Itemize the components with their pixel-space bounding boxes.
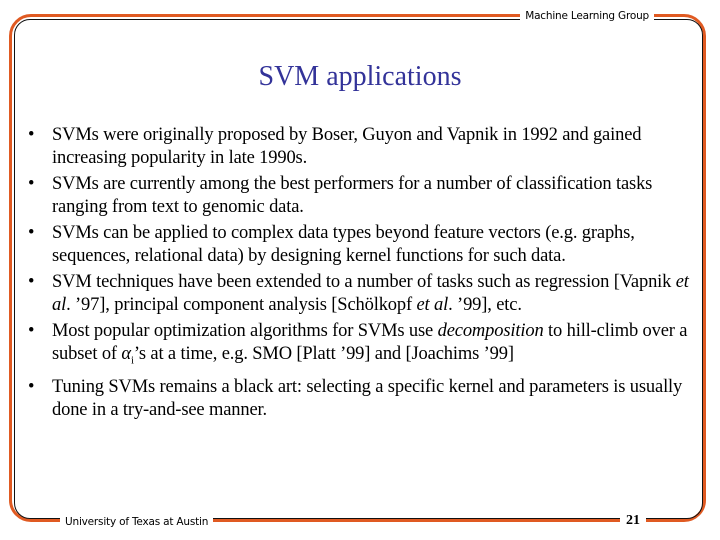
bullet-dot-icon: • bbox=[28, 223, 35, 243]
bullet-text: SVM techniques have been extended to a n… bbox=[52, 272, 676, 292]
bullet-dot-icon: • bbox=[28, 272, 35, 292]
bullet-text: . ’97], principal component analysis [Sc… bbox=[66, 295, 417, 315]
bullet-text: ’s at a time, e.g. SMO [Platt ’99] and [… bbox=[133, 344, 514, 364]
bullet-text-italic: et al bbox=[416, 295, 449, 315]
bullet-item: • Tuning SVMs remains a black art: selec… bbox=[24, 376, 704, 422]
bullet-dot-icon: • bbox=[28, 174, 35, 194]
bullet-text: SVMs are currently among the best perfor… bbox=[52, 174, 653, 217]
page-number: 21 bbox=[620, 513, 646, 529]
bullet-text: SVMs were originally proposed by Boser, … bbox=[52, 125, 642, 168]
header-group-label: Machine Learning Group bbox=[520, 9, 654, 23]
bullet-text: SVMs can be applied to complex data type… bbox=[52, 223, 635, 266]
bullet-item: • SVM techniques have been extended to a … bbox=[24, 271, 704, 317]
bullet-list: • SVMs were originally proposed by Boser,… bbox=[24, 124, 704, 425]
bullet-dot-icon: • bbox=[28, 376, 35, 397]
bullet-text-italic: decomposition bbox=[437, 321, 544, 341]
bullet-dot-icon: • bbox=[28, 125, 35, 145]
bullet-text: . ’99], etc. bbox=[448, 295, 522, 315]
footer-institution: University of Texas at Austin bbox=[60, 515, 214, 529]
slide-title: SVM applications bbox=[258, 61, 462, 92]
bullet-item: • SVMs can be applied to complex data typ… bbox=[24, 222, 704, 268]
bullet-text: Most popular optimization algorithms for… bbox=[52, 321, 438, 341]
bullet-item: • Most popular optimization algorithms fo… bbox=[24, 320, 704, 373]
bullet-text-italic: α bbox=[121, 344, 131, 364]
bullet-item: • SVMs were originally proposed by Boser,… bbox=[24, 124, 704, 170]
bullet-item: • SVMs are currently among the best perfo… bbox=[24, 173, 704, 219]
bullet-dot-icon: • bbox=[28, 321, 35, 341]
bullet-text: Tuning SVMs remains a black art: selecti… bbox=[52, 376, 683, 420]
